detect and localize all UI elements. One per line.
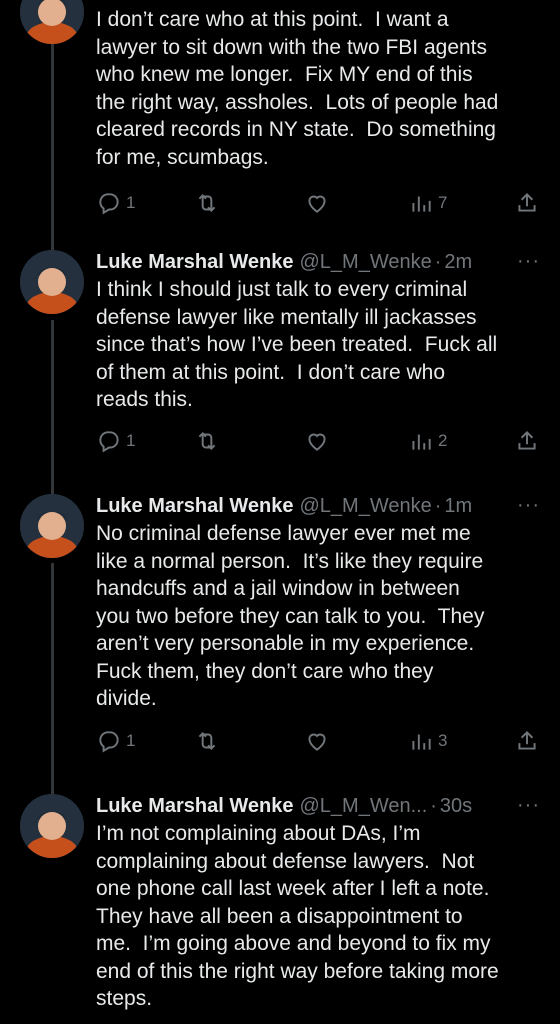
- like-button[interactable]: [304, 728, 330, 754]
- like-button[interactable]: [304, 190, 330, 216]
- avatar[interactable]: [20, 794, 84, 858]
- avatar[interactable]: [20, 494, 84, 558]
- more-icon[interactable]: ···: [517, 794, 540, 817]
- tweet-actions: 1 3: [96, 728, 540, 756]
- views-icon: [412, 196, 431, 212]
- tweet[interactable]: Luke Marshal Wenke @L_M_Wenke · 2m ··· I…: [0, 250, 560, 480]
- views-button[interactable]: 2: [408, 428, 447, 454]
- reply-button[interactable]: 1: [96, 190, 135, 216]
- tweet-text: No criminal defense lawyer ever met me l…: [96, 522, 485, 710]
- timestamp[interactable]: 1m: [444, 494, 472, 518]
- tweet-actions: 1 7: [96, 190, 540, 218]
- views-button[interactable]: 7: [408, 190, 447, 216]
- like-icon: [308, 195, 326, 213]
- retweet-icon: [198, 432, 216, 450]
- tweet-header: Luke Marshal Wenke @L_M_Wenke · 1m: [96, 494, 540, 518]
- share-button[interactable]: [514, 190, 540, 216]
- timestamp[interactable]: 2m: [444, 250, 472, 274]
- tweet-text: I don’t care who at this point. I want a…: [96, 8, 499, 169]
- views-button[interactable]: 3: [408, 728, 447, 754]
- like-icon: [308, 733, 326, 751]
- author-name[interactable]: Luke Marshal Wenke: [96, 794, 293, 818]
- more-icon[interactable]: ···: [517, 494, 540, 517]
- retweet-button[interactable]: [194, 728, 220, 754]
- separator: ·: [434, 251, 442, 273]
- like-icon: [308, 433, 326, 451]
- author-handle[interactable]: @L_M_Wenke: [299, 250, 431, 274]
- share-icon: [518, 192, 536, 212]
- author-handle[interactable]: @L_M_Wen...: [299, 794, 427, 818]
- share-button[interactable]: [514, 428, 540, 454]
- tweet[interactable]: Luke Marshal Wenke @L_M_Wenke · 1m ··· N…: [0, 494, 560, 774]
- share-button[interactable]: [514, 728, 540, 754]
- views-count: 2: [438, 431, 448, 450]
- reply-icon: [99, 193, 119, 215]
- reply-icon: [99, 431, 119, 453]
- tweet-text: I think I should just talk to every crim…: [96, 278, 498, 411]
- author-handle[interactable]: @L_M_Wenke: [299, 494, 431, 518]
- views-count: 7: [438, 193, 448, 212]
- avatar[interactable]: [20, 250, 84, 314]
- tweet-header: Luke Marshal Wenke @L_M_Wen... · 30s: [96, 794, 540, 818]
- author-name[interactable]: Luke Marshal Wenke: [96, 250, 293, 274]
- retweet-button[interactable]: [194, 428, 220, 454]
- tweet-text: I’m not complaining about DAs, I’m compl…: [96, 822, 499, 1010]
- more-icon[interactable]: ···: [517, 250, 540, 273]
- reply-count: 1: [126, 193, 136, 212]
- author-name[interactable]: Luke Marshal Wenke: [96, 494, 293, 518]
- retweet-button[interactable]: [194, 190, 220, 216]
- tweet-header: Luke Marshal Wenke @L_M_Wenke · 2m: [96, 250, 540, 274]
- reply-count: 1: [126, 731, 136, 750]
- share-icon: [518, 430, 536, 450]
- share-icon: [518, 730, 536, 750]
- tweet-actions: 1 2: [96, 428, 540, 456]
- timestamp[interactable]: 30s: [440, 794, 472, 818]
- reply-button[interactable]: 1: [96, 428, 135, 454]
- avatar[interactable]: [20, 0, 84, 44]
- retweet-icon: [198, 732, 216, 750]
- reply-count: 1: [126, 431, 136, 450]
- separator: ·: [430, 795, 437, 817]
- views-count: 3: [438, 731, 448, 750]
- tweet[interactable]: Luke Marshal Wenke @L_M_Wen... · 30s ···…: [0, 794, 560, 1024]
- reply-button[interactable]: 1: [96, 728, 135, 754]
- reply-icon: [99, 731, 119, 753]
- views-icon: [412, 734, 431, 750]
- views-icon: [412, 434, 431, 450]
- like-button[interactable]: [304, 428, 330, 454]
- retweet-icon: [198, 194, 216, 212]
- separator: ·: [434, 495, 442, 517]
- tweet[interactable]: I don’t care who at this point. I want a…: [0, 0, 560, 230]
